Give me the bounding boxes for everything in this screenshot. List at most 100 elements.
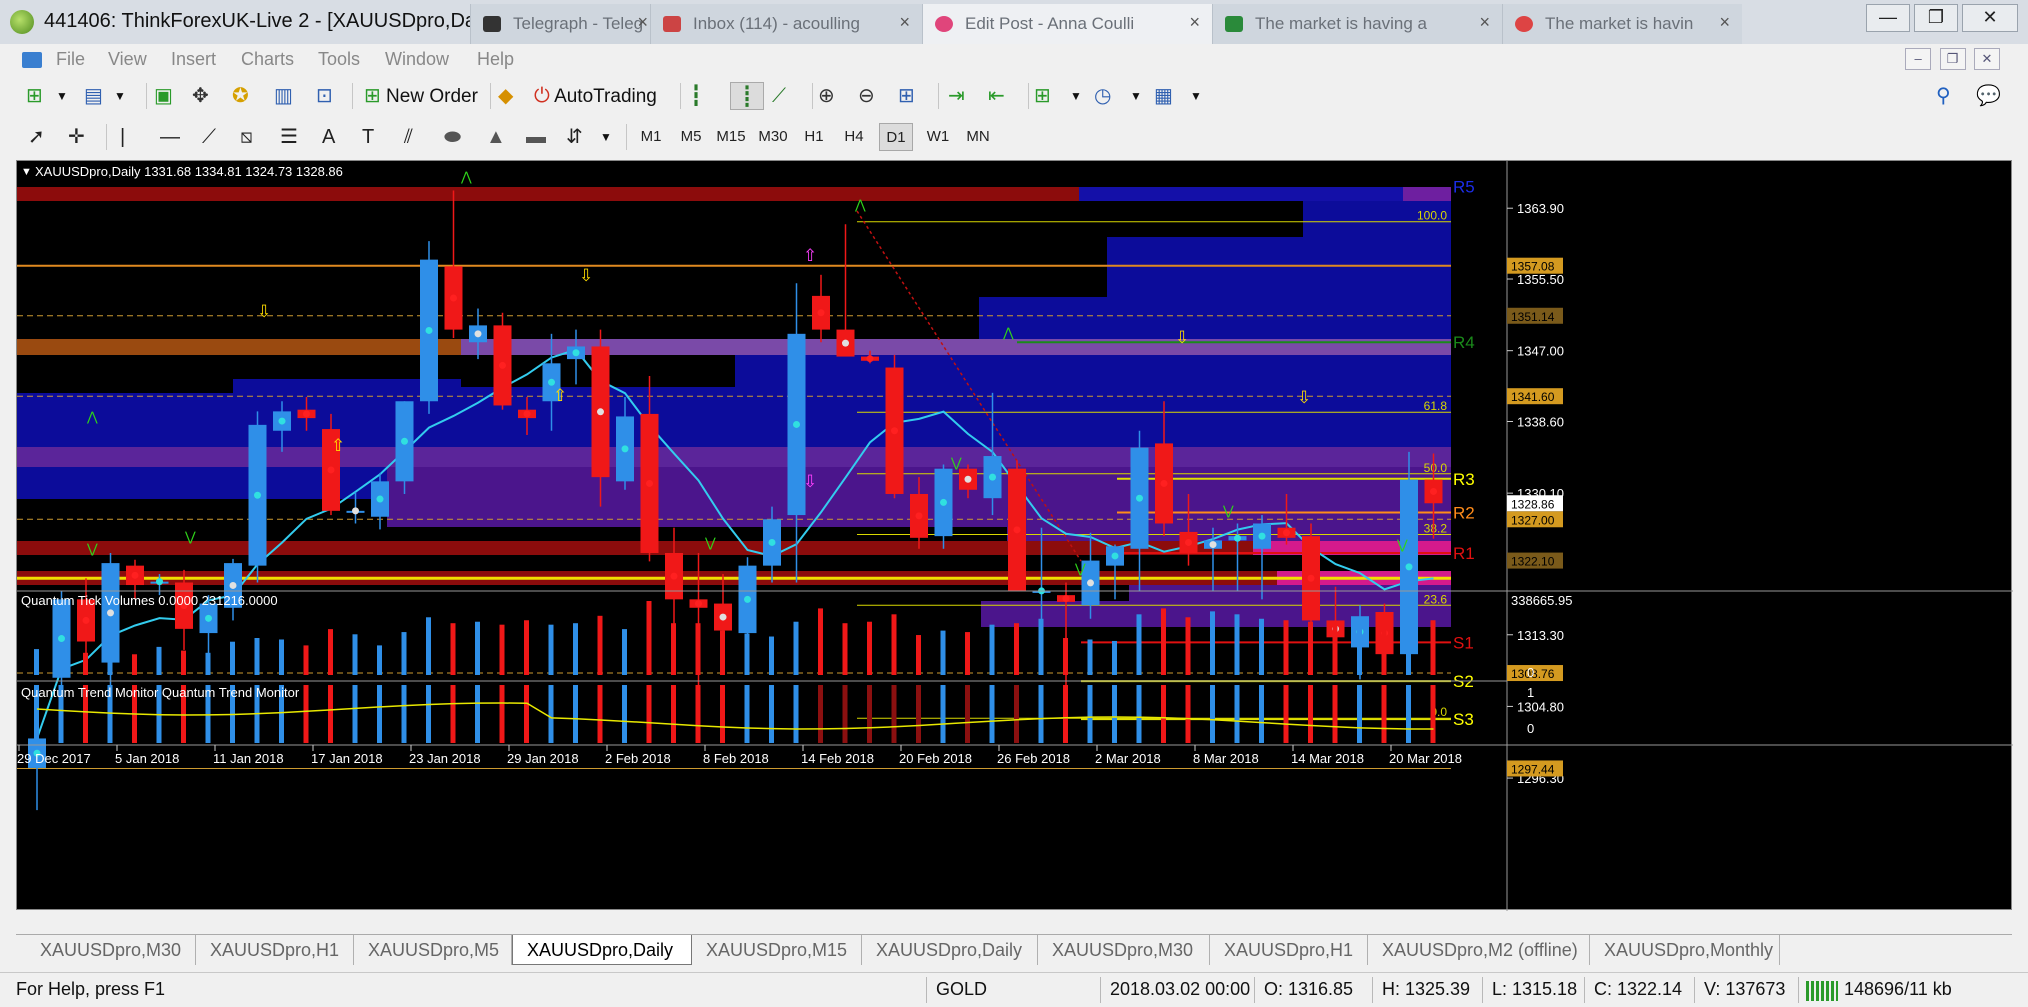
crosshair-icon[interactable]: ✛ [68,123,85,151]
tab-close-icon[interactable]: × [1189,12,1200,33]
price-chart[interactable]: 100.061.850.038.223.60.0 R5R4R3R2R1S1S2S… [17,161,2013,911]
chart-tab[interactable]: XAUUSDpro,M30 [26,935,196,965]
timeframe-mn-button[interactable]: MN [961,123,995,151]
dropdown-arrow-icon[interactable]: ▼ [1190,82,1202,110]
browser-tab[interactable]: The market is havin × [1502,4,1742,44]
price-tick-label: 1338.60 [1517,414,1564,429]
volume-bar [867,621,872,675]
terminal-icon[interactable]: ▥ [274,82,293,110]
periods-icon[interactable]: ◷ [1094,82,1111,110]
horizontal-line-icon[interactable]: — [160,123,180,151]
zoom-in-icon[interactable]: ⊕ [818,82,835,110]
search-icon[interactable]: ⚲ [1936,82,1951,110]
dropdown-arrow-icon[interactable]: ▼ [114,82,126,110]
timeframe-m15-button[interactable]: M15 [714,123,748,151]
restore-button[interactable]: ❐ [1914,4,1958,32]
timeframe-h4-button[interactable]: H4 [837,123,871,151]
auto-scroll-icon[interactable]: ⇥ [948,82,965,110]
candlestick-chart-icon[interactable]: ┋ [730,82,764,110]
text-icon[interactable]: A [322,123,335,151]
tab-close-icon[interactable]: × [1719,12,1730,33]
timeframe-m1-button[interactable]: M1 [634,123,668,151]
autotrading-button[interactable]: ⏻ AutoTrading [534,82,657,110]
dropdown-arrow-icon[interactable]: ▼ [1070,82,1082,110]
ellipse-icon[interactable]: ⬬ [444,123,461,151]
strategy-tester-icon[interactable]: ⊡ [316,82,333,110]
fractal-down-arrow: ⋁ [86,541,98,556]
metaeditor-icon[interactable]: ◆ [498,82,513,110]
menu-tools[interactable]: Tools [318,49,360,70]
tab-close-icon[interactable]: × [1479,12,1490,33]
volume-bar [205,652,211,675]
tile-windows-icon[interactable]: ⊞ [898,82,915,110]
profiles-icon[interactable]: ▤ [84,82,103,110]
fibonacci-icon[interactable]: ☰ [280,123,298,151]
chart-tab-active[interactable]: XAUUSDpro,Daily [512,935,692,965]
menu-view[interactable]: View [108,49,147,70]
tab-close-icon[interactable]: × [637,12,648,33]
timeframe-h1-button[interactable]: H1 [797,123,831,151]
minimize-button[interactable]: — [1866,4,1910,32]
market-watch-icon[interactable]: ▣ [154,82,173,110]
browser-tab[interactable]: The market is having a × [1212,4,1502,44]
text-label-icon[interactable]: T [362,123,374,151]
signal-dot [1430,487,1437,495]
close-button[interactable]: ✕ [1962,4,2018,32]
menu-insert[interactable]: Insert [171,49,216,70]
cursor-icon[interactable]: ➚ [28,123,45,151]
chart-tab[interactable]: XAUUSDpro,H1 [1210,935,1368,965]
status-separator [1694,977,1695,1003]
menu-help[interactable]: Help [477,49,514,70]
indicators-icon[interactable]: ⊞ [1034,82,1051,110]
chart-tab[interactable]: XAUUSDpro,H1 [196,935,354,965]
timeframe-d1-button[interactable]: D1 [879,123,913,151]
rectangle-icon[interactable]: ▬ [526,123,546,151]
channel-icon[interactable]: ⧅ [240,123,253,151]
chart-tab[interactable]: XAUUSDpro,Monthly [1590,935,1780,965]
trendline-icon[interactable]: ⟋ [202,123,216,151]
chart-tab[interactable]: XAUUSDpro,M2 (offline) [1368,935,1590,965]
vertical-line-icon[interactable]: | [120,123,125,151]
mdi-close-button[interactable]: ✕ [1974,48,2000,70]
mdi-minimize-button[interactable]: – [1905,48,1932,70]
timeframe-m30-button[interactable]: M30 [756,123,790,151]
trend-bar [1259,685,1264,743]
dropdown-arrow-icon[interactable]: ▼ [600,123,612,151]
chart-window[interactable]: 100.0 61.8 50.0 38.2 23.6 0.0 R5 R4 R3 R2 R1 S1 S2 S… [16,160,2013,911]
new-chart-icon[interactable]: ⊞ [26,82,43,110]
timeframe-w1-button[interactable]: W1 [921,123,955,151]
chart-menu-arrow-icon[interactable]: ▼ [21,166,32,178]
tab-close-icon[interactable]: × [899,12,910,33]
chart-tab[interactable]: XAUUSDpro,M30 [1038,935,1210,965]
zoom-out-icon[interactable]: ⊖ [858,82,875,110]
bar-chart-icon[interactable]: ┇ [690,82,702,110]
menu-window[interactable]: Window [385,49,449,70]
new-order-button[interactable]: ⊞ New Order [364,82,478,110]
line-chart-icon[interactable]: ⟋ [772,82,786,110]
menu-file[interactable]: File [56,49,85,70]
chart-tab[interactable]: XAUUSDpro,Daily [862,935,1038,965]
volume-bar [352,634,358,675]
dropdown-arrow-icon[interactable]: ▼ [1130,82,1142,110]
chart-tab[interactable]: XAUUSDpro,M5 [354,935,512,965]
triangle-icon[interactable]: ▲ [486,123,506,151]
volume-bar [1357,624,1362,675]
browser-tab[interactable]: Edit Post - Anna Coulli × [922,4,1212,44]
arrows-icon[interactable]: ⇵ [566,123,583,151]
volume-bar [1112,640,1117,675]
navigator-icon[interactable]: ✪ [232,82,249,110]
mdi-restore-button[interactable]: ❐ [1939,48,1966,70]
equidistant-channel-icon[interactable]: ⫽ [404,123,413,151]
chat-icon[interactable]: 💬 [1976,82,2001,110]
pivot-label: S3 [1453,710,1474,729]
dropdown-arrow-icon[interactable]: ▼ [56,82,68,110]
timeframe-m5-button[interactable]: M5 [674,123,708,151]
browser-tab[interactable]: Telegraph - Teleg × [470,4,660,44]
chart-shift-icon[interactable]: ⇤ [988,82,1005,110]
signal-dot [1307,574,1315,582]
browser-tab[interactable]: Inbox (114) - acoulling × [650,4,922,44]
chart-tab[interactable]: XAUUSDpro,M15 [692,935,862,965]
menu-charts[interactable]: Charts [241,49,294,70]
data-window-icon[interactable]: ✥ [192,82,209,110]
templates-icon[interactable]: ▦ [1154,82,1173,110]
